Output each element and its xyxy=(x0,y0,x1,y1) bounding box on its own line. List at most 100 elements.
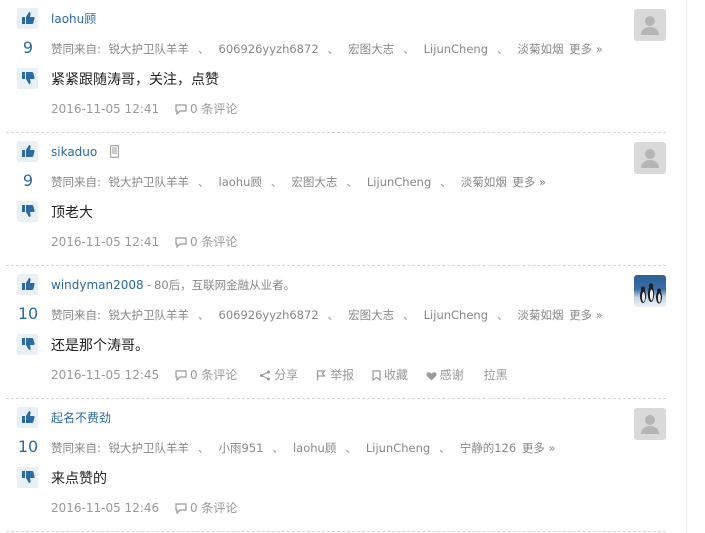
answer-content: 来点赞的 xyxy=(51,471,107,487)
block-button[interactable]: 拉黑 xyxy=(484,366,508,384)
answer-item: 9 sikaduo 赞同来自: 锐大护卫队羊羊、 laohu顾、宏图大志、 Liju… xyxy=(0,133,666,266)
favorite-button[interactable]: 收藏 xyxy=(372,366,408,384)
avatar[interactable] xyxy=(634,275,666,307)
answer-separator xyxy=(6,531,666,532)
author-link[interactable]: windyman2008 xyxy=(51,278,144,292)
voters-prefix: 赞同来自: xyxy=(51,42,101,56)
thumbs-down-icon xyxy=(21,471,35,483)
voters-prefix: 赞同来自: xyxy=(51,308,101,322)
default-user-icon xyxy=(641,149,659,168)
voter-link[interactable]: LijunCheng xyxy=(424,308,488,322)
comment-icon xyxy=(175,237,187,249)
voter-link[interactable]: 淡菊如烟 xyxy=(518,42,564,56)
favorite-label: 收藏 xyxy=(383,368,408,382)
voter-link[interactable]: 锐大护卫队羊羊 xyxy=(109,441,190,455)
author-link[interactable]: 起名不费劲 xyxy=(51,411,111,425)
voter-link[interactable]: LijunCheng xyxy=(366,441,430,455)
report-button[interactable]: 举报 xyxy=(316,366,354,384)
more-voters-link[interactable]: 更多 » xyxy=(512,175,546,189)
thumbs-up-icon xyxy=(21,411,35,423)
disagree-button[interactable] xyxy=(17,68,38,89)
comments-count: 0 条评论 xyxy=(189,368,238,382)
voters-line: 赞同来自: 锐大护卫队羊羊、 606926yyzh6872、宏图大志、 LijunC… xyxy=(51,42,603,56)
voter-link[interactable]: 宁静的126 xyxy=(460,441,516,455)
voter-link[interactable]: 淡菊如烟 xyxy=(461,175,507,189)
answer-meta: 2016-11-05 12:45 0 条评论 分享 举报 收藏 感谢 拉黑 xyxy=(51,366,508,384)
avatar[interactable] xyxy=(634,9,666,41)
agree-button[interactable] xyxy=(17,8,38,29)
voters-line: 赞同来自: 锐大护卫队羊羊、 laohu顾、宏图大志、 LijunCheng、淡菊如… xyxy=(51,175,547,189)
avatar[interactable] xyxy=(634,408,666,440)
vote-count: 10 xyxy=(17,304,39,323)
voter-link[interactable]: laohu顾 xyxy=(219,175,262,189)
voter-link[interactable]: LijunCheng xyxy=(367,175,431,189)
author-separator: - xyxy=(146,278,152,292)
agree-button[interactable] xyxy=(17,141,38,162)
answer-meta: 2016-11-05 12:46 0 条评论 xyxy=(51,499,237,517)
voter-link[interactable]: 宏图大志 xyxy=(348,42,394,56)
thumbs-up-icon xyxy=(21,12,35,24)
voter-link[interactable]: 小雨951 xyxy=(219,441,264,455)
share-button[interactable]: 分享 xyxy=(259,366,298,384)
answer-content: 还是那个涛哥。 xyxy=(51,338,149,354)
voters-line: 赞同来自: 锐大护卫队羊羊、小雨951、 laohu顾、 LijunCheng、宁静… xyxy=(51,441,556,455)
author-link[interactable]: laohu顾 xyxy=(51,12,96,26)
answer-time: 2016-11-05 12:45 xyxy=(51,368,160,382)
default-user-icon xyxy=(641,16,659,35)
author-link[interactable]: sikaduo xyxy=(51,145,97,159)
thumbs-down-icon xyxy=(21,72,35,84)
disagree-button[interactable] xyxy=(17,201,38,222)
share-icon xyxy=(260,370,271,381)
voter-link[interactable]: 宏图大志 xyxy=(348,308,394,322)
bookmark-icon xyxy=(372,370,381,382)
comment-icon xyxy=(175,104,187,116)
voter-link[interactable]: 宏图大志 xyxy=(291,175,337,189)
voter-link[interactable]: 606926yyzh6872 xyxy=(219,308,319,322)
thanks-label: 感谢 xyxy=(439,368,464,382)
more-voters-link[interactable]: 更多 » xyxy=(569,308,603,322)
right-divider xyxy=(686,0,687,533)
answer-content: 顶老大 xyxy=(51,205,93,221)
voter-link[interactable]: 淡菊如烟 xyxy=(518,308,564,322)
voter-link[interactable]: 锐大护卫队羊羊 xyxy=(109,175,190,189)
disagree-button[interactable] xyxy=(17,334,38,355)
answer-time: 2016-11-05 12:41 xyxy=(51,235,160,249)
more-voters-link[interactable]: 更多 » xyxy=(569,42,603,56)
author-line: 起名不费劲 xyxy=(51,409,111,427)
voter-link[interactable]: LijunCheng xyxy=(424,42,488,56)
answer-content: 紧紧跟随涛哥，关注，点赞 xyxy=(51,72,219,88)
voter-link[interactable]: 锐大护卫队羊羊 xyxy=(109,42,190,56)
comments-link[interactable]: 0 条评论 xyxy=(175,233,237,251)
avatar[interactable] xyxy=(634,142,666,174)
answer-time: 2016-11-05 12:41 xyxy=(51,102,160,116)
disagree-button[interactable] xyxy=(17,467,38,488)
share-label: 分享 xyxy=(274,368,299,382)
voter-link[interactable]: laohu顾 xyxy=(293,441,336,455)
answer-item: 9 laohu顾 赞同来自: 锐大护卫队羊羊、 606926yyzh6872、宏图… xyxy=(0,0,666,133)
thumbs-down-icon xyxy=(21,338,35,350)
more-voters-link[interactable]: 更多 » xyxy=(522,441,556,455)
voters-prefix: 赞同来自: xyxy=(51,441,101,455)
comments-link[interactable]: 0 条评论 xyxy=(175,499,237,517)
comments-count: 0 条评论 xyxy=(189,102,238,116)
thanks-button[interactable]: 感谢 xyxy=(426,366,464,384)
author-bio: 80后，互联网金融从业者。 xyxy=(154,278,296,292)
penguins-photo xyxy=(640,283,662,304)
answer-meta: 2016-11-05 12:41 0 条评论 xyxy=(51,233,237,251)
agree-button[interactable] xyxy=(17,274,38,295)
answer-item: 10 起名不费劲 赞同来自: 锐大护卫队羊羊、小雨951、 laohu顾、 Liju… xyxy=(0,399,666,532)
flag-icon xyxy=(316,370,326,381)
report-label: 举报 xyxy=(330,368,355,382)
comments-link[interactable]: 0 条评论 xyxy=(175,100,237,118)
thumbs-up-icon xyxy=(21,145,35,157)
comment-icon xyxy=(175,370,187,382)
comments-link[interactable]: 0 条评论 xyxy=(175,366,237,384)
agree-button[interactable] xyxy=(17,407,38,428)
voters-prefix: 赞同来自: xyxy=(51,175,101,189)
vote-count: 9 xyxy=(22,38,34,57)
voter-link[interactable]: 锐大护卫队羊羊 xyxy=(109,308,190,322)
answer-meta: 2016-11-05 12:41 0 条评论 xyxy=(51,100,237,118)
thumbs-up-icon xyxy=(21,278,35,290)
comments-count: 0 条评论 xyxy=(189,501,238,515)
voter-link[interactable]: 606926yyzh6872 xyxy=(219,42,319,56)
